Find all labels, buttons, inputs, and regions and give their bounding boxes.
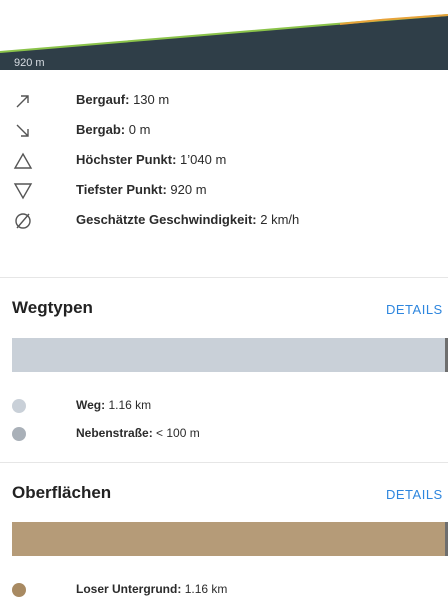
stat-lowest-point: Tiefster Punkt: 920 m — [0, 176, 448, 206]
legend-dot — [12, 583, 26, 597]
average-speed-icon — [12, 210, 34, 232]
triangle-down-icon — [12, 180, 34, 202]
elevation-profile: 920 m — [0, 0, 448, 70]
stat-label: Tiefster Punkt: — [76, 182, 167, 197]
section-title-wegtypen: Wegtypen — [12, 298, 93, 317]
stat-value: 0 m — [128, 122, 151, 137]
stat-value: 1’040 m — [180, 152, 227, 167]
stat-label: Bergauf: — [76, 92, 130, 107]
legend-dot — [12, 399, 26, 413]
wegtypen-details-link[interactable]: DETAILS — [386, 302, 443, 317]
stat-estimated-speed: Geschätzte Geschwindigkeit: 2 km/h — [0, 206, 448, 236]
stat-value: 130 m — [133, 92, 170, 107]
stat-label: Bergab: — [76, 122, 126, 137]
legend-item-weg: Weg: 1.16 km — [0, 396, 448, 418]
divider — [0, 462, 448, 463]
divider — [0, 277, 448, 278]
legend-value: 1.16 km — [108, 398, 152, 412]
legend-label: Weg: — [76, 398, 106, 412]
legend-label: Nebenstraße: — [76, 426, 153, 440]
arrow-up-right-icon — [12, 90, 34, 112]
legend-value: 1.16 km — [184, 582, 228, 596]
stat-highest-point: Höchster Punkt: 1’040 m — [0, 146, 448, 176]
triangle-up-icon — [12, 150, 34, 172]
stat-downhill: Bergab: 0 m — [0, 116, 448, 146]
stat-value: 920 m — [170, 182, 207, 197]
wegtypen-bar[interactable] — [12, 338, 445, 372]
stat-value: 2 km/h — [260, 212, 300, 227]
oberflaechen-bar[interactable] — [12, 522, 445, 556]
stat-label: Geschätzte Geschwindigkeit: — [76, 212, 257, 227]
elevation-chart — [0, 14, 448, 70]
section-title-oberflaechen: Oberflächen — [12, 483, 112, 502]
oberflaechen-details-link[interactable]: DETAILS — [386, 487, 443, 502]
legend-label: Loser Untergrund: — [76, 582, 182, 596]
legend-item-nebenstrasse: Nebenstraße: < 100 m — [0, 424, 448, 446]
stat-uphill: Bergauf: 130 m — [0, 86, 448, 116]
legend-value: < 100 m — [156, 426, 200, 440]
arrow-down-right-icon — [12, 120, 34, 142]
stat-label: Höchster Punkt: — [76, 152, 177, 167]
min-elevation-label: 920 m — [14, 57, 45, 69]
legend-dot — [12, 427, 26, 441]
